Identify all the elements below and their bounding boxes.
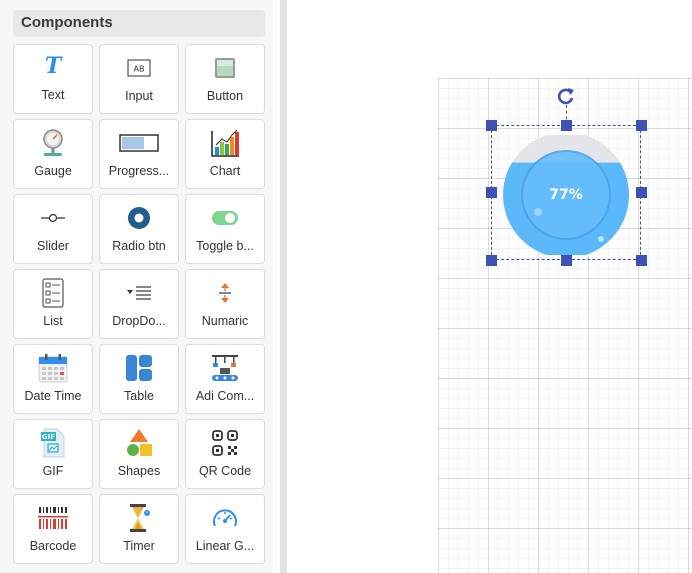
adi-component-icon	[186, 353, 264, 383]
component-chart[interactable]: Chart	[185, 119, 265, 189]
component-adi-component[interactable]: Adi Com...	[185, 344, 265, 414]
component-label: Toggle b...	[196, 239, 254, 253]
slider-icon	[14, 203, 92, 233]
component-date-time[interactable]: Date Time	[13, 344, 93, 414]
component-button[interactable]: Button	[185, 44, 265, 114]
radio-icon	[100, 203, 178, 233]
resize-handle-top-right[interactable]	[636, 120, 647, 131]
component-label: Adi Com...	[195, 389, 255, 403]
component-progress[interactable]: Progress...	[99, 119, 179, 189]
component-qr-code[interactable]: QR Code	[185, 419, 265, 489]
resize-handle-top-left[interactable]	[486, 120, 497, 131]
component-gif[interactable]: GIF GIF	[13, 419, 93, 489]
component-barcode[interactable]: Barcode	[13, 494, 93, 564]
barcode-icon	[14, 503, 92, 533]
component-text[interactable]: T Text	[13, 44, 93, 114]
shapes-icon	[100, 428, 178, 458]
component-label: Barcode	[29, 539, 77, 553]
component-label: List	[43, 314, 63, 328]
toggle-icon	[186, 203, 264, 233]
component-label: Shapes	[117, 464, 161, 478]
components-header: Components	[13, 10, 265, 37]
component-label: Radio btn	[112, 239, 166, 253]
component-label: Chart	[209, 164, 241, 178]
component-label: Table	[124, 389, 154, 403]
input-icon: AB	[100, 53, 178, 83]
panel-divider[interactable]	[280, 0, 287, 573]
component-input[interactable]: AB Input	[99, 44, 179, 114]
component-table[interactable]: Table	[99, 344, 179, 414]
component-gauge[interactable]: Gauge	[13, 119, 93, 189]
svg-text:GIF: GIF	[42, 433, 55, 441]
calendar-icon	[14, 353, 92, 383]
resize-handle-bottom[interactable]	[561, 255, 572, 266]
component-shapes[interactable]: Shapes	[99, 419, 179, 489]
component-label: QR Code	[198, 464, 252, 478]
component-label: Slider	[37, 239, 69, 253]
dropdown-icon	[100, 278, 178, 308]
resize-handle-right[interactable]	[636, 187, 647, 198]
button-icon	[186, 53, 264, 83]
component-toggle-button[interactable]: Toggle b...	[185, 194, 265, 264]
numeric-icon	[186, 278, 264, 308]
component-radio-btn[interactable]: Radio btn	[99, 194, 179, 264]
component-slider[interactable]: Slider	[13, 194, 93, 264]
resize-handle-bottom-right[interactable]	[636, 255, 647, 266]
text-icon: T	[44, 53, 62, 79]
component-label: Progress...	[108, 164, 170, 178]
component-label: Button	[206, 89, 244, 103]
resize-handle-left[interactable]	[486, 187, 497, 198]
svg-text:AB: AB	[134, 65, 145, 74]
component-linear-gauge[interactable]: Linear G...	[185, 494, 265, 564]
component-label: Text	[41, 88, 65, 102]
components-panel: Components T Text AB Input Button Gauge …	[0, 0, 273, 573]
gauge-icon	[14, 128, 92, 158]
qr-code-icon	[186, 428, 264, 458]
resize-handle-top[interactable]	[561, 120, 572, 131]
component-label: Input	[125, 89, 153, 103]
component-label: Numaric	[201, 314, 249, 328]
rotate-icon[interactable]	[556, 86, 576, 106]
components-title: Components	[21, 14, 113, 31]
component-label: DropDo...	[112, 314, 166, 328]
components-grid: T Text AB Input Button Gauge Progress...…	[13, 44, 265, 564]
table-icon	[100, 353, 178, 383]
component-numeric[interactable]: Numaric	[185, 269, 265, 339]
component-label: GIF	[42, 464, 64, 478]
hourglass-icon	[100, 503, 178, 533]
resize-handle-bottom-left[interactable]	[486, 255, 497, 266]
component-list[interactable]: List	[13, 269, 93, 339]
progress-icon	[100, 128, 178, 158]
component-label: Date Time	[24, 389, 82, 403]
gif-icon: GIF	[14, 428, 92, 458]
speedometer-icon	[186, 503, 264, 533]
list-icon	[14, 278, 92, 308]
component-label: Linear G...	[195, 539, 255, 553]
component-label: Gauge	[34, 164, 72, 178]
component-label: Timer	[123, 539, 155, 553]
chart-icon	[186, 128, 264, 158]
component-timer[interactable]: Timer	[99, 494, 179, 564]
component-dropdown[interactable]: DropDo...	[99, 269, 179, 339]
selection-box[interactable]	[491, 125, 641, 260]
